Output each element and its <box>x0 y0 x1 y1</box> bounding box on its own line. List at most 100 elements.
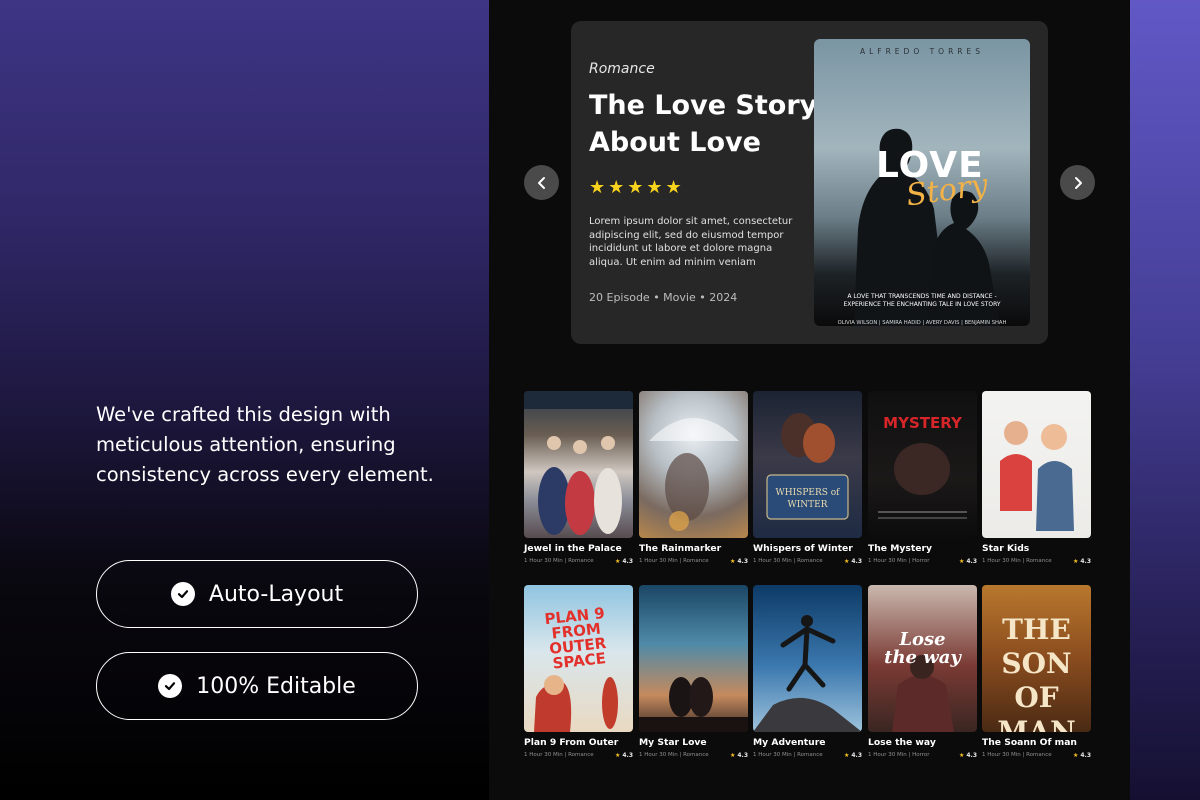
star-icon: ★ <box>729 752 736 759</box>
movie-poster[interactable]: MYSTERY <box>868 391 977 538</box>
movie-rating-value: 4.3 <box>1080 752 1091 759</box>
movie-poster[interactable]: Lose the way <box>868 585 977 732</box>
editable-button[interactable]: 100% Editable <box>96 652 418 720</box>
movie-meta: 1 Hour 30 Min | Romance <box>753 558 823 564</box>
movie-rating-value: 4.3 <box>966 752 977 759</box>
carousel-next-button[interactable] <box>1060 165 1095 200</box>
star-icon: ★ <box>1072 752 1079 759</box>
movie-rating: ★ 4.3 <box>730 752 748 759</box>
poster-title-text: MYSTERY <box>883 414 962 432</box>
movie-card[interactable]: The Rainmarker 1 Hour 30 Min | Romance ★ 4… <box>639 391 748 565</box>
background-gradient-right <box>1130 0 1200 800</box>
auto-layout-button[interactable]: Auto-Layout <box>96 560 418 628</box>
movie-rating-value: 4.3 <box>622 752 633 759</box>
movie-poster[interactable] <box>753 585 862 732</box>
movie-poster[interactable] <box>982 391 1091 538</box>
star-icon: ★ <box>843 752 850 759</box>
movie-meta: 1 Hour 30 Min | Romance <box>982 752 1052 758</box>
carousel-prev-button[interactable] <box>524 165 559 200</box>
movie-title: The Mystery <box>868 543 932 554</box>
movie-rating-value: 4.3 <box>851 752 862 759</box>
movie-rating: ★ 4.3 <box>844 752 862 759</box>
movie-rating-value: 4.3 <box>851 558 862 565</box>
movie-title: Jewel in the Palace <box>524 543 622 554</box>
movie-rating: ★ 4.3 <box>615 752 633 759</box>
movie-poster[interactable] <box>524 391 633 538</box>
star-icon: ★ <box>958 558 965 565</box>
featured-movie-card[interactable]: Romance The Love Story About Love ★★★★★ … <box>571 21 1048 344</box>
poster-title-text: WHISPERS of WINTER <box>775 488 840 510</box>
hero-rating-stars: ★★★★★ <box>589 177 685 198</box>
hero-genre: Romance <box>589 61 655 77</box>
poster-art <box>1000 421 1074 531</box>
movie-card[interactable]: PLAN 9 FROM OUTER SPACE Plan 9 From Oute… <box>524 585 633 759</box>
movie-title: Lose the way <box>868 737 936 748</box>
movie-card[interactable]: MYSTERY The Mystery 1 Hour 30 Min | Horr… <box>868 391 977 565</box>
star-icon: ★ <box>614 558 621 565</box>
movie-meta: 1 Hour 30 Min | Romance <box>524 752 594 758</box>
poster-art <box>524 391 633 535</box>
movie-rating-value: 4.3 <box>737 558 748 565</box>
movie-meta: 1 Hour 30 Min | Romance <box>639 752 709 758</box>
hero-description: Lorem ipsum dolor sit amet, consectetur … <box>589 216 793 268</box>
movie-meta: 1 Hour 30 Min | Horror <box>868 752 930 758</box>
movie-rating: ★ 4.3 <box>959 752 977 759</box>
hero-meta: 20 Episode • Movie • 2024 <box>589 291 738 304</box>
hero-poster[interactable]: ALFREDO TORRES LOVE Story A LOVE THAT TR… <box>814 39 1030 326</box>
chevron-right-icon <box>1074 176 1082 189</box>
star-icon: ★ <box>729 558 736 565</box>
movie-poster[interactable] <box>639 391 748 538</box>
star-icon: ★ <box>614 752 621 759</box>
check-circle-icon <box>170 582 195 606</box>
movie-card[interactable]: My Adventure 1 Hour 30 Min | Romance ★ 4.3 <box>753 585 862 759</box>
movie-title: Plan 9 From Outer <box>524 737 619 748</box>
movie-meta: 1 Hour 30 Min | Romance <box>524 558 594 564</box>
movie-rating: ★ 4.3 <box>1073 558 1091 565</box>
movie-title: My Star Love <box>639 737 707 748</box>
movie-card[interactable]: My Star Love 1 Hour 30 Min | Romance ★ 4.3 <box>639 585 748 759</box>
poster-art <box>649 418 739 531</box>
movie-rating-value: 4.3 <box>966 558 977 565</box>
movie-card[interactable]: THE SON OF MAN The Soann Of man 1 Hour 3… <box>982 585 1091 759</box>
movie-poster[interactable]: PLAN 9 FROM OUTER SPACE <box>524 585 633 732</box>
poster-title-text: PLAN 9 FROM OUTER SPACE <box>543 604 608 673</box>
movie-poster[interactable]: WHISPERS of WINTER <box>753 391 862 538</box>
poster-title-text: THE SON OF MAN <box>997 613 1076 732</box>
movie-title: The Soann Of man <box>982 737 1077 748</box>
movie-meta: 1 Hour 30 Min | Romance <box>639 558 709 564</box>
auto-layout-label: Auto-Layout <box>208 581 344 607</box>
movie-title: The Rainmarker <box>639 543 722 554</box>
movie-rating-value: 4.3 <box>622 558 633 565</box>
movie-poster[interactable] <box>639 585 748 732</box>
movie-rating: ★ 4.3 <box>959 558 977 565</box>
movie-card[interactable]: Lose the way Lose the way 1 Hour 30 Min … <box>868 585 977 759</box>
movie-rating-value: 4.3 <box>737 752 748 759</box>
poster-title-text: Lose the way <box>884 629 961 668</box>
tagline: We've crafted this design with meticulou… <box>96 403 434 486</box>
movie-meta: 1 Hour 30 Min | Romance <box>982 558 1052 564</box>
poster-art <box>753 615 862 732</box>
editable-label: 100% Editable <box>196 673 356 699</box>
star-icon: ★ <box>1072 558 1079 565</box>
poster-tagline: A LOVE THAT TRANSCENDS TIME AND DISTANCE… <box>843 293 1001 308</box>
movie-title: Star Kids <box>982 543 1030 554</box>
movie-card[interactable]: Jewel in the Palace 1 Hour 30 Min | Roma… <box>524 391 633 565</box>
movie-rating: ★ 4.3 <box>615 558 633 565</box>
movie-card[interactable]: Star Kids 1 Hour 30 Min | Romance ★ 4.3 <box>982 391 1091 565</box>
movie-poster[interactable]: THE SON OF MAN <box>982 585 1091 732</box>
star-icon: ★ <box>843 558 850 565</box>
movie-meta: 1 Hour 30 Min | Horror <box>868 558 930 564</box>
movie-rating: ★ 4.3 <box>844 558 862 565</box>
chevron-left-icon <box>537 176 545 189</box>
poster-credit: ALFREDO TORRES <box>859 47 985 56</box>
movie-title: My Adventure <box>753 737 826 748</box>
movie-card[interactable]: WHISPERS of WINTER Whispers of Winter 1 … <box>753 391 862 565</box>
poster-art <box>639 677 748 732</box>
movie-rating: ★ 4.3 <box>730 558 748 565</box>
check-circle-icon <box>158 674 183 698</box>
movie-title: Whispers of Winter <box>753 543 853 554</box>
poster-cast: OLIVIA WILSON | SAMIRA HADID | AVERY DAV… <box>837 320 1007 326</box>
star-icon: ★ <box>958 752 965 759</box>
poster-art <box>766 413 849 520</box>
hero-title: The Love Story About Love <box>589 90 818 158</box>
